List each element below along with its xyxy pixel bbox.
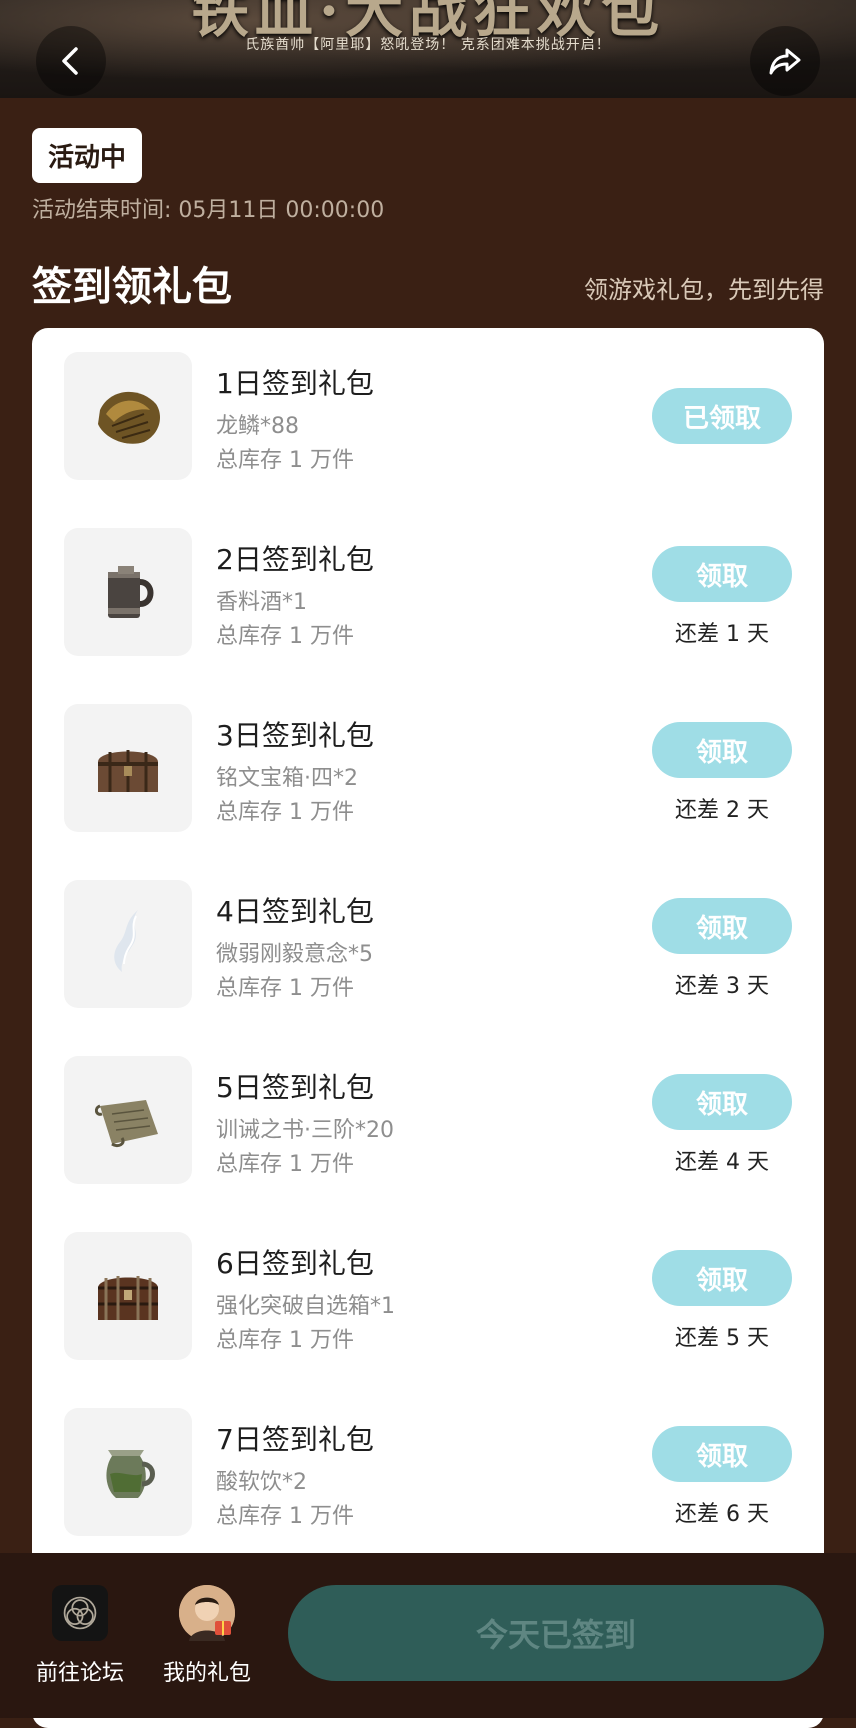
days-remaining: 还差 6 天: [675, 1502, 769, 1527]
claim-button[interactable]: 领取: [652, 898, 792, 954]
item-reward: 铭文宝箱·四*2: [216, 766, 358, 791]
my-gifts-tab[interactable]: 我的礼包: [152, 1585, 262, 1687]
item-title: 1日签到礼包: [216, 367, 374, 400]
days-remaining: 还差 1 天: [675, 622, 769, 647]
avatar: [179, 1585, 235, 1641]
scroll-icon: [94, 1100, 158, 1148]
claim-button[interactable]: 领取: [652, 722, 792, 778]
item-reward: 训诫之书·三阶*20: [216, 1118, 394, 1143]
item-reward: 强化突破自选箱*1: [216, 1294, 395, 1319]
item-thumbnail: [64, 880, 192, 1008]
wisp-icon: [114, 910, 138, 972]
item-thumbnail: [64, 704, 192, 832]
days-remaining: 还差 5 天: [675, 1326, 769, 1351]
forum-tab[interactable]: 前往论坛: [25, 1585, 135, 1687]
claimed-button[interactable]: 已领取: [652, 388, 792, 444]
item-title: 3日签到礼包: [216, 719, 374, 752]
days-remaining: 还差 3 天: [675, 974, 769, 999]
my-gifts-tab-label: 我的礼包: [162, 1661, 251, 1686]
claim-button[interactable]: 领取: [652, 1250, 792, 1306]
status-badge: 活动中: [32, 128, 143, 183]
item-reward: 香料酒*1: [216, 590, 307, 615]
share-icon: [769, 48, 801, 75]
banner-subtitle: 氏族酋帅【阿里耶】怒吼登场！ 克系团难本挑战开启！: [245, 37, 611, 53]
item-reward: 酸软饮*2: [216, 1470, 307, 1495]
claim-button[interactable]: 领取: [652, 546, 792, 602]
section-hint: 领游戏礼包，先到先得: [584, 276, 824, 304]
share-button[interactable]: [750, 26, 820, 96]
signed-in-button[interactable]: 今天已签到: [288, 1585, 824, 1681]
days-remaining: 还差 2 天: [675, 798, 769, 823]
item-reward: 微弱刚毅意念*5: [216, 942, 373, 967]
forum-logo-icon: [52, 1585, 108, 1641]
item-stock: 总库存 1 万件: [216, 976, 354, 1001]
item-title: 6日签到礼包: [216, 1247, 374, 1280]
tankard-icon: [108, 566, 154, 618]
item-title: 5日签到礼包: [216, 1071, 374, 1104]
item-stock: 总库存 1 万件: [216, 624, 354, 649]
forum-tab-label: 前往论坛: [35, 1661, 124, 1686]
chest-icon: [98, 1276, 158, 1320]
item-stock: 总库存 1 万件: [216, 448, 354, 473]
list-item: 4日签到礼包 微弱刚毅意念*5 总库存 1 万件 领取 还差 3 天: [32, 856, 824, 1032]
back-button[interactable]: [36, 26, 106, 96]
item-thumbnail: [64, 1232, 192, 1360]
section-title: 签到领礼包: [32, 264, 232, 310]
item-thumbnail: [64, 1056, 192, 1184]
item-thumbnail: [64, 352, 192, 480]
end-time: 活动结束时间: 05月11日 00:00:00: [32, 198, 385, 223]
list-item: 3日签到礼包 铭文宝箱·四*2 总库存 1 万件 领取 还差 2 天: [32, 680, 824, 856]
item-stock: 总库存 1 万件: [216, 1504, 354, 1529]
list-item: 2日签到礼包 香料酒*1 总库存 1 万件 领取 还差 1 天: [32, 504, 824, 680]
list-item: 1日签到礼包 龙鳞*88 总库存 1 万件 已领取: [32, 328, 824, 504]
claim-button[interactable]: 领取: [652, 1426, 792, 1482]
item-stock: 总库存 1 万件: [216, 1152, 354, 1177]
list-item: 5日签到礼包 训诫之书·三阶*20 总库存 1 万件 领取 还差 4 天: [32, 1032, 824, 1208]
list-item: 7日签到礼包 酸软饮*2 总库存 1 万件 领取 还差 6 天: [32, 1384, 824, 1560]
item-title: 4日签到礼包: [216, 895, 374, 928]
claim-button[interactable]: 领取: [652, 1074, 792, 1130]
treasure-chest-icon: [98, 750, 158, 792]
header-banner: 铁血·大战狂欢包 氏族酋帅【阿里耶】怒吼登场！ 克系团难本挑战开启！: [0, 0, 856, 98]
pitcher-icon: [106, 1450, 155, 1498]
item-stock: 总库存 1 万件: [216, 800, 354, 825]
item-title: 2日签到礼包: [216, 543, 374, 576]
dragon-scale-icon: [98, 391, 160, 444]
item-title: 7日签到礼包: [216, 1423, 374, 1456]
item-stock: 总库存 1 万件: [216, 1328, 354, 1353]
item-thumbnail: [64, 1408, 192, 1536]
list-item: 6日签到礼包 强化突破自选箱*1 总库存 1 万件 领取 还差 5 天: [32, 1208, 824, 1384]
item-thumbnail: [64, 528, 192, 656]
chevron-left-icon: [62, 47, 78, 75]
bottom-bar: 前往论坛 我的礼包 今天已签到: [0, 1553, 856, 1718]
item-reward: 龙鳞*88: [216, 414, 299, 439]
days-remaining: 还差 4 天: [675, 1150, 769, 1175]
gift-list-card: 1日签到礼包 龙鳞*88 总库存 1 万件 已领取 2日签到礼包 香料酒*1 总…: [32, 328, 824, 1728]
